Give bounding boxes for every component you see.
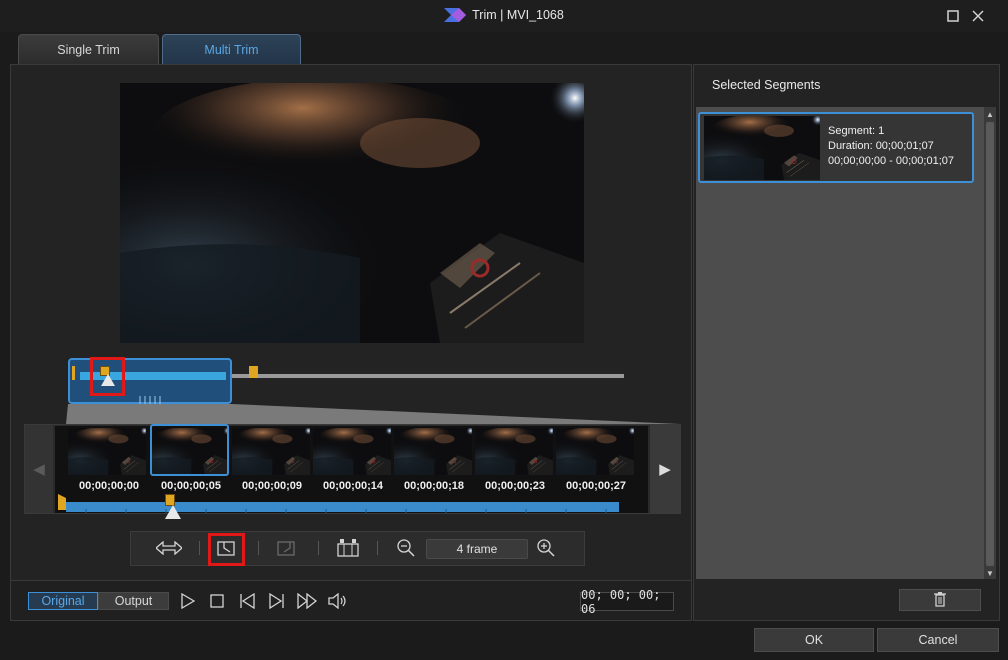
timecode-display[interactable]: 00; 00; 00; 06 <box>580 588 674 616</box>
filmstrip-selected-frame <box>150 424 229 476</box>
chevron-left-icon[interactable]: ◀ <box>25 425 53 513</box>
segment-range: 00;00;00;00 - 00;00;01;07 <box>828 155 954 167</box>
segment-duration: Duration: 00;00;01;07 <box>828 140 934 152</box>
toolbar-divider <box>377 541 378 555</box>
filmstrip-thumb[interactable] <box>313 428 391 475</box>
cancel-button[interactable]: Cancel <box>877 628 999 652</box>
previous-frame-icon[interactable] <box>235 590 259 612</box>
swap-arrows-icon[interactable] <box>154 535 184 561</box>
filmstrip-thumb[interactable] <box>556 428 634 475</box>
filmstrip-timecode: 00;00;00;05 <box>161 480 221 492</box>
trash-icon <box>933 591 947 610</box>
zoom-connector <box>66 404 682 426</box>
segment-number: Segment: 1 <box>828 125 885 137</box>
filmstrip-start-marker[interactable] <box>58 494 66 510</box>
filmstrip-timecode: 00;00;00;23 <box>485 480 545 492</box>
filmstrip-thumb[interactable] <box>68 428 146 475</box>
scroll-down-icon[interactable]: ▼ <box>984 567 996 579</box>
close-icon[interactable] <box>968 6 988 26</box>
filmstrip-thumb[interactable] <box>232 428 310 475</box>
toolbar-divider <box>258 541 259 555</box>
overview-start-marker <box>72 366 75 380</box>
fast-forward-icon[interactable] <box>296 590 320 612</box>
scroll-thumb[interactable] <box>986 122 994 566</box>
zoom-in-icon[interactable] <box>531 535 561 561</box>
chevron-right-icon[interactable]: ▶ <box>650 425 680 513</box>
overview-mark-out[interactable] <box>249 366 258 378</box>
filmstrip-timecode: 00;00;00;09 <box>242 480 302 492</box>
tab-single-trim[interactable]: Single Trim <box>18 34 159 64</box>
toolbar-divider <box>318 541 319 555</box>
window-title-text: Trim | MVI_1068 <box>472 8 564 22</box>
delete-segment-button[interactable] <box>899 589 981 611</box>
filmstrip-timecode: 00;00;00;27 <box>566 480 626 492</box>
overview-grip-icon[interactable] <box>138 393 164 404</box>
stop-icon[interactable] <box>205 590 229 612</box>
detect-scenes-icon[interactable] <box>333 535 363 561</box>
overview-track[interactable] <box>232 374 624 378</box>
zoom-out-icon[interactable] <box>391 535 421 561</box>
toolbar-divider <box>199 541 200 555</box>
next-frame-icon[interactable] <box>265 590 289 612</box>
segment-thumbnail <box>704 116 820 180</box>
mark-out-icon[interactable] <box>272 535 302 561</box>
maximize-icon[interactable] <box>943 6 963 26</box>
selected-segments-title: Selected Segments <box>712 78 821 92</box>
filmstrip-thumb[interactable] <box>394 428 472 475</box>
scroll-up-icon[interactable]: ▲ <box>984 108 996 120</box>
filmstrip-thumb[interactable] <box>475 428 553 475</box>
app-logo-icon <box>444 8 467 22</box>
volume-icon[interactable] <box>326 590 350 612</box>
output-toggle-button[interactable]: Output <box>98 592 169 610</box>
highlight-mark-in <box>208 533 245 566</box>
filmstrip-timecode: 00;00;00;14 <box>323 480 383 492</box>
filmstrip-playhead-icon[interactable] <box>165 505 181 521</box>
play-icon[interactable] <box>176 590 200 612</box>
tab-multi-trim[interactable]: Multi Trim <box>162 34 301 64</box>
filmstrip-timecode: 00;00;00;00 <box>79 480 139 492</box>
filmstrip-timecode: 00;00;00;18 <box>404 480 464 492</box>
zoom-level-field[interactable]: 4 frame <box>426 539 528 559</box>
window-title: Trim | MVI_1068 <box>0 8 1008 22</box>
highlight-overview-marker <box>90 357 125 396</box>
filmstrip-track[interactable] <box>66 502 619 513</box>
ok-button[interactable]: OK <box>754 628 874 652</box>
original-toggle-button[interactable]: Original <box>28 592 98 610</box>
video-preview <box>120 83 584 343</box>
